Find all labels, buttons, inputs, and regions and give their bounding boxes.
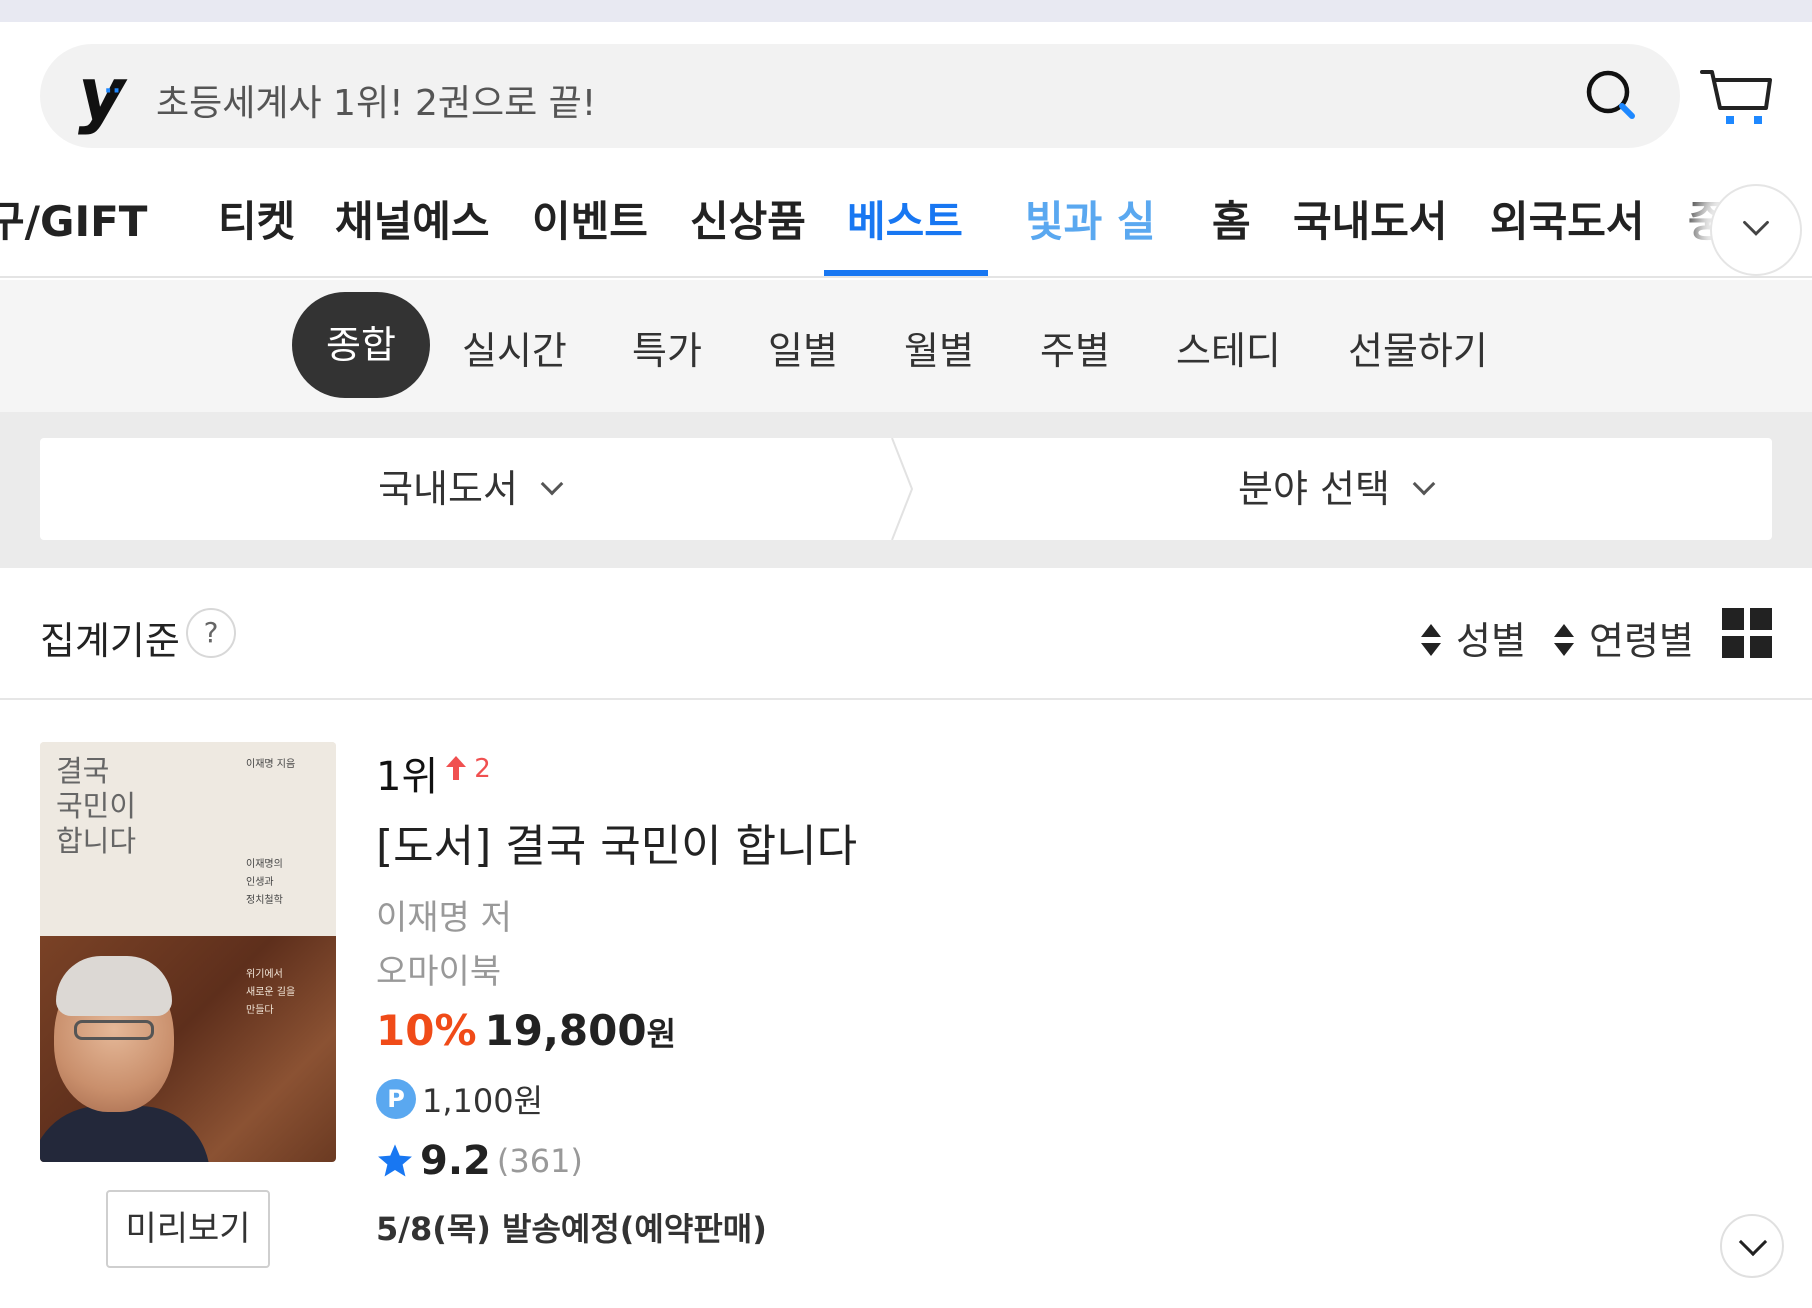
portrait-glasses	[74, 1020, 154, 1040]
subtab-gift[interactable]: 선물하기	[1348, 320, 1488, 375]
aggregate-row: 집계기준 ? 성별 연령별	[0, 568, 1812, 700]
chevron-down-icon	[1738, 1227, 1768, 1257]
cover-top: 결국 국민이 합니다 이재명 지음 이재명의 인생과 정치철학	[40, 742, 336, 936]
sale-price: 19,800	[484, 1006, 647, 1055]
active-tab-underline	[824, 270, 988, 276]
portrait-suit	[40, 1106, 210, 1162]
cover-title: 결국 국민이 합니다	[56, 754, 137, 858]
price-row: 10% 19,800원	[376, 1006, 676, 1055]
help-icon[interactable]: ?	[186, 608, 236, 658]
star-icon	[378, 1144, 412, 1177]
point-value: 1,100원	[422, 1082, 544, 1120]
subtab-monthly[interactable]: 월별	[904, 320, 974, 375]
tab-home[interactable]: 홈	[1212, 188, 1251, 249]
rating-score: 9.2	[420, 1138, 491, 1184]
search-icon[interactable]	[1580, 64, 1644, 128]
portrait-hair	[56, 956, 172, 1016]
subtab-special[interactable]: 특가	[632, 320, 702, 375]
tab-domestic-books[interactable]: 국내도서	[1293, 188, 1448, 249]
tab-gift[interactable]: 구/GIFT	[0, 188, 147, 249]
review-count: (361)	[496, 1142, 583, 1180]
shipping-info: 5/8(목) 발송예정(예약판매)	[376, 1210, 767, 1248]
sub-tabs: 종합 실시간 특가 일별 월별 주별 스테디 선물하기	[0, 280, 1812, 412]
tab-foreign-books[interactable]: 외국도서	[1490, 188, 1645, 249]
category-label: 국내도서	[378, 467, 518, 511]
product-title[interactable]: [도서] 결국 국민이 합니다	[376, 810, 857, 874]
tab-best[interactable]: 베스트	[847, 188, 963, 249]
tab-channel-yes[interactable]: 채널예스	[335, 188, 490, 249]
rank-change-value: 2	[474, 754, 491, 784]
chevron-down-icon	[540, 472, 564, 496]
category-dropdown[interactable]: 국내도서	[40, 438, 898, 540]
chevron-down-icon	[1743, 220, 1769, 236]
rating-row[interactable]: 9.2 (361)	[376, 1138, 583, 1184]
price-unit: 원	[646, 1015, 677, 1053]
subtab-realtime[interactable]: 실시간	[462, 320, 567, 375]
yes24-logo[interactable]: y ··	[78, 58, 138, 134]
rank-change: 2	[446, 754, 491, 784]
preview-button[interactable]: 미리보기	[106, 1190, 270, 1268]
tab-event[interactable]: 이벤트	[532, 188, 648, 249]
tab-ticket[interactable]: 티켓	[218, 188, 295, 249]
point-icon: P	[376, 1079, 416, 1119]
chevron-down-icon	[1412, 472, 1436, 496]
aggregate-label: 집계기준	[40, 619, 180, 663]
sort-gender-button[interactable]: 성별	[1420, 610, 1526, 665]
subtab-weekly[interactable]: 주별	[1040, 320, 1110, 375]
subtab-steady[interactable]: 스테디	[1176, 320, 1281, 375]
grid-view-icon[interactable]	[1722, 608, 1772, 658]
filter-band: 국내도서 분야 선택	[0, 412, 1812, 568]
subtab-daily[interactable]: 일별	[768, 320, 838, 375]
point-row: P 1,100원	[376, 1076, 543, 1122]
sort-updown-icon	[1554, 624, 1574, 656]
rank-label: 1위	[376, 754, 439, 800]
cover-photo: 위기에서 새로운 길을 만들다	[40, 936, 336, 1162]
tab-new-products[interactable]: 신상품	[690, 188, 806, 249]
arrow-up-icon	[446, 756, 466, 780]
subtab-overall[interactable]: 종합	[292, 292, 430, 398]
cover-author: 이재명 지음	[246, 759, 296, 770]
expand-item-button[interactable]	[1720, 1214, 1784, 1278]
sort-gender-label: 성별	[1456, 619, 1526, 663]
sort-age-label: 연령별	[1589, 619, 1694, 663]
cover-tagline: 위기에서 새로운 길을 만들다	[246, 969, 296, 1016]
product-publisher[interactable]: 오마이북	[376, 944, 501, 993]
sort-age-button[interactable]: 연령별	[1553, 610, 1694, 665]
tabs-expand-button[interactable]	[1710, 184, 1802, 276]
filter-box: 국내도서 분야 선택	[40, 438, 1772, 540]
tab-light-and-thread[interactable]: 빛과 실	[1025, 188, 1156, 249]
search-bar[interactable]: y ·· 초등세계사 1위! 2권으로 끝!	[40, 44, 1680, 148]
sort-updown-icon	[1421, 624, 1441, 656]
discount-rate: 10%	[376, 1006, 477, 1055]
top-status-band	[0, 0, 1812, 22]
cover-subtitle: 이재명의 인생과 정치철학	[246, 859, 283, 906]
main-nav-tabs: 구/GIFT 티켓 채널예스 이벤트 신상품 베스트 빛과 실 홈 국내도서 외…	[0, 176, 1812, 278]
search-input[interactable]: 초등세계사 1위! 2권으로 끝!	[156, 74, 596, 126]
cart-icon[interactable]	[1700, 64, 1774, 130]
book-cover-image[interactable]: 결국 국민이 합니다 이재명 지음 이재명의 인생과 정치철학 위기에서 새로운…	[40, 742, 336, 1162]
field-dropdown[interactable]: 분야 선택	[898, 438, 1772, 540]
field-label: 분야 선택	[1238, 467, 1390, 511]
product-author[interactable]: 이재명 저	[376, 890, 512, 939]
